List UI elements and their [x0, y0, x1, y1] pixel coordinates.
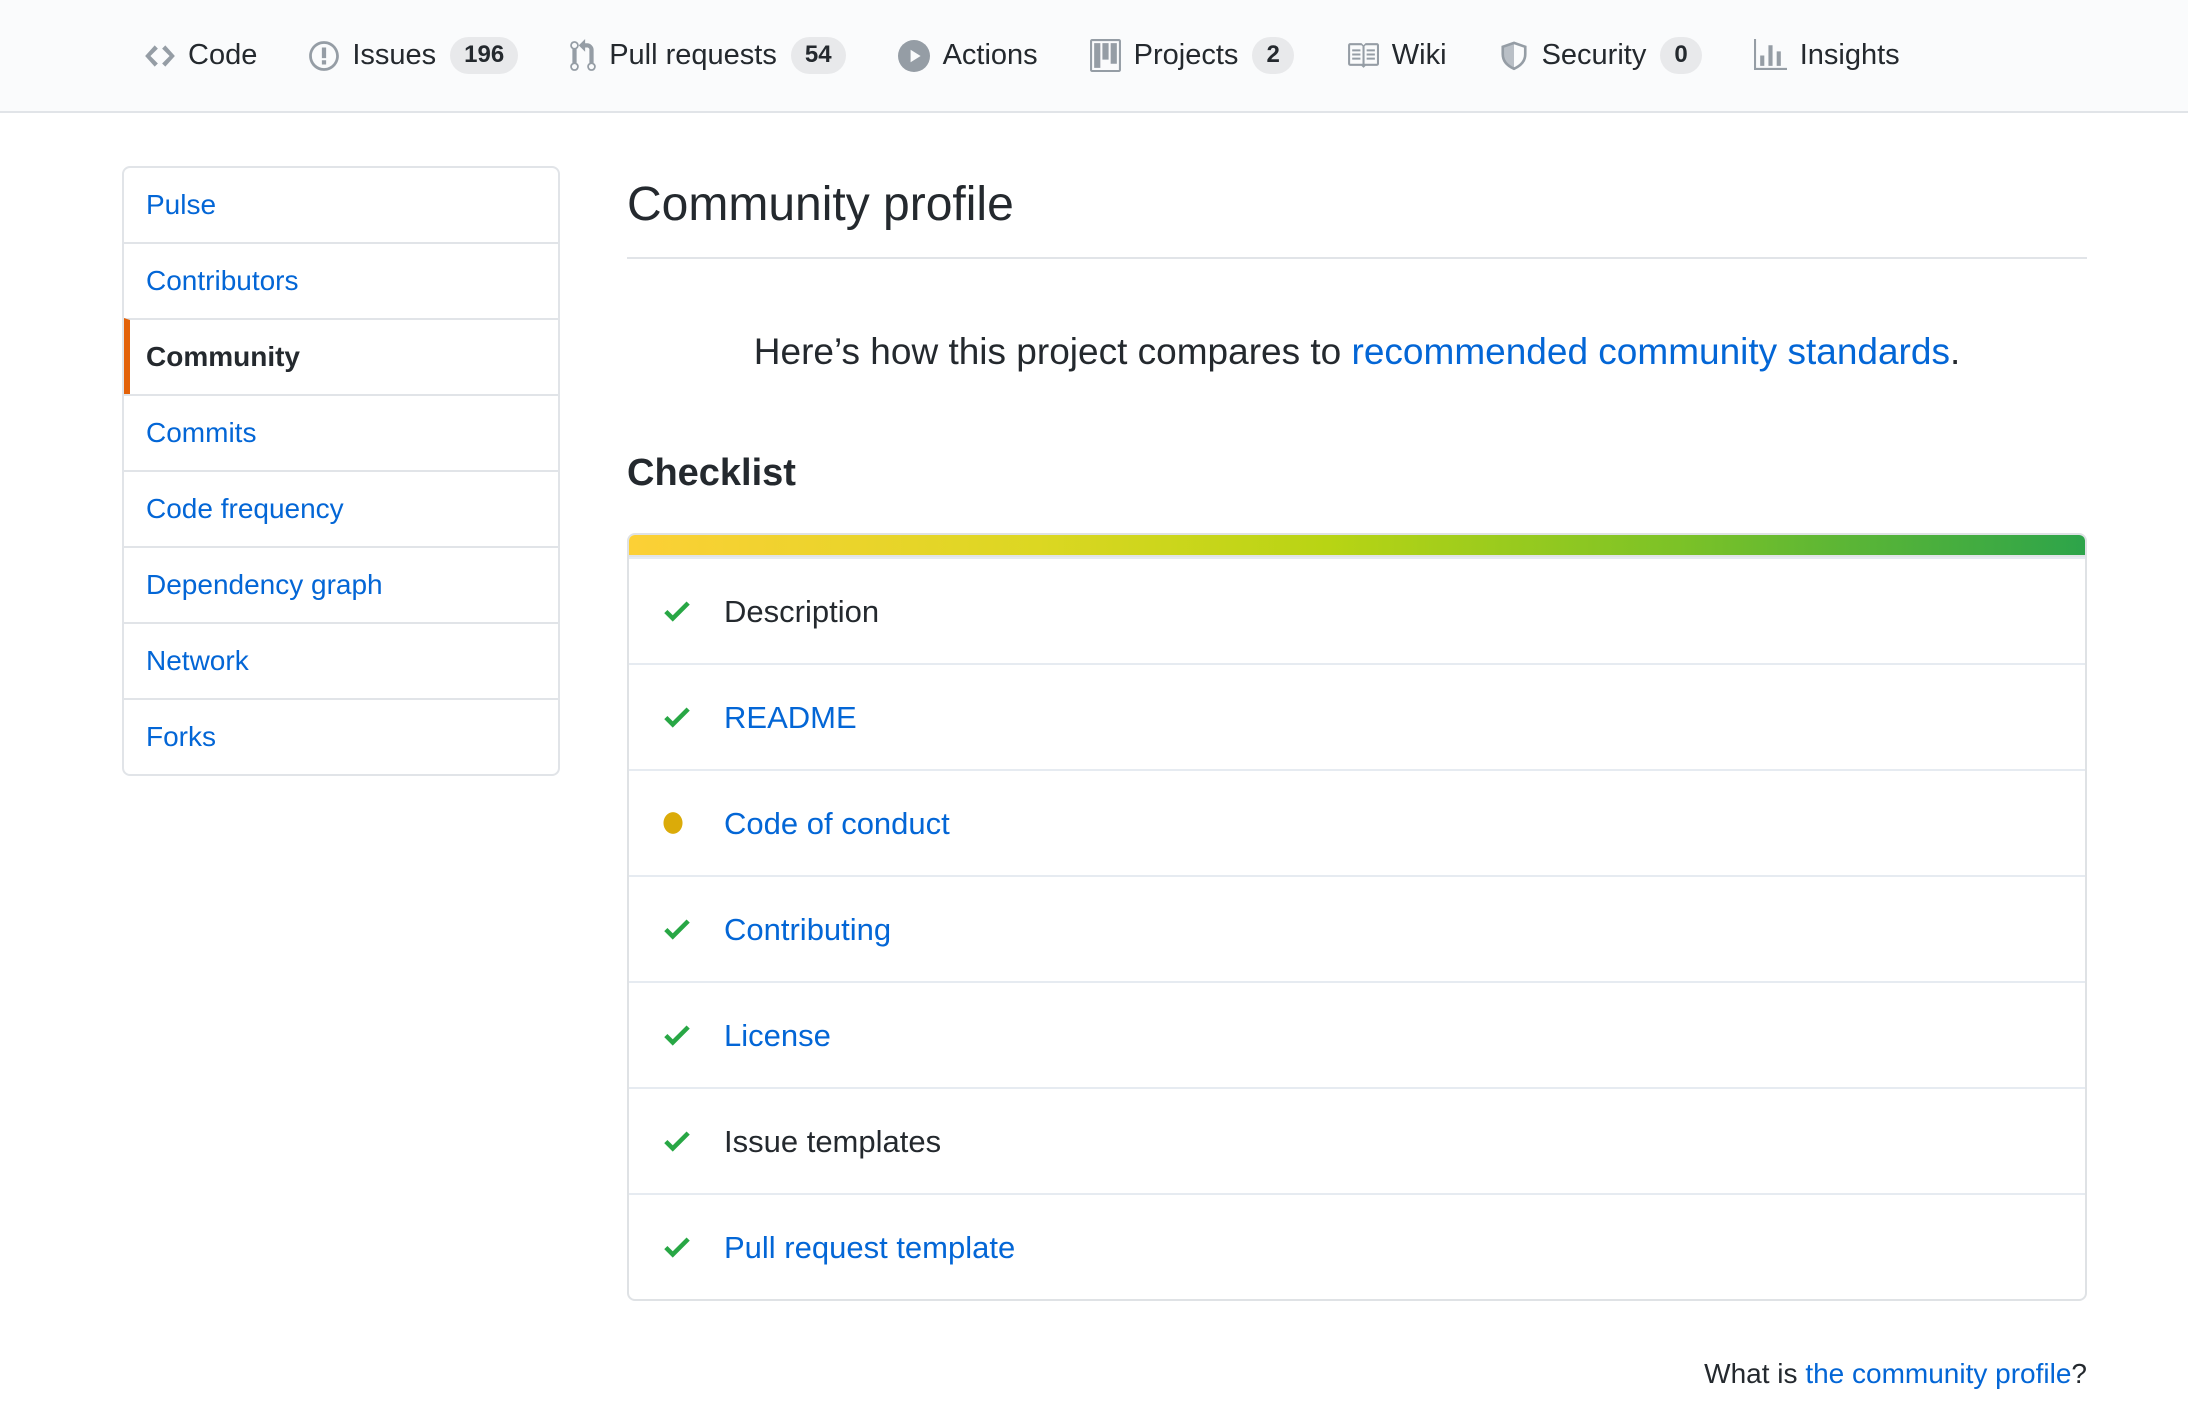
checklist-item-label: Issue templates [724, 1123, 942, 1159]
tab-issues[interactable]: Issues 196 [309, 37, 519, 74]
checklist-item-link[interactable]: License [724, 1020, 831, 1051]
tab-insights[interactable]: Insights [1753, 39, 1900, 72]
page-title: Community profile [627, 177, 2087, 259]
code-icon [145, 39, 175, 73]
checklist-item-link[interactable]: README [724, 702, 857, 733]
checklist-item-label: Description [724, 593, 880, 629]
checklist-item: Pull request template [629, 1193, 2085, 1299]
tab-label: Security [1541, 39, 1647, 71]
check-icon [662, 1124, 702, 1158]
sidebar-item-forks[interactable]: Forks [124, 698, 558, 774]
check-icon [662, 1230, 702, 1264]
checklist-item-link[interactable]: Pull request template [724, 1232, 1015, 1263]
tab-actions[interactable]: Actions [897, 39, 1038, 72]
community-standards-link[interactable]: recommended community standards [1352, 331, 1950, 372]
checklist-item: License [629, 981, 2085, 1087]
tab-label: Wiki [1391, 39, 1447, 71]
play-icon [897, 39, 930, 72]
checklist-item: Code of conduct [629, 769, 2085, 875]
bar-graph-icon [1753, 39, 1787, 72]
checklist-heading: Checklist [627, 452, 796, 494]
intro-text: Here’s how this project compares to reco… [627, 329, 2087, 375]
intro-suffix: . [1949, 331, 1961, 372]
tab-label: Actions [942, 39, 1038, 71]
shield-icon [1499, 39, 1529, 73]
sidebar-item-network[interactable]: Network [124, 622, 558, 698]
sidebar-item-contributors[interactable]: Contributors [124, 242, 558, 318]
tab-code[interactable]: Code [145, 39, 257, 73]
checklist-item-link[interactable]: Contributing [724, 914, 891, 945]
counter-badge: 54 [790, 37, 846, 74]
counter-badge: 0 [1660, 37, 1702, 74]
checklist-item: Contributing [629, 875, 2085, 981]
main-content: Community profile Here’s how this projec… [627, 113, 2087, 1419]
check-icon [662, 912, 702, 946]
tab-wiki[interactable]: Wiki [1346, 39, 1447, 72]
tab-security[interactable]: Security 0 [1499, 37, 1702, 74]
sidebar-item-code-frequency[interactable]: Code frequency [124, 470, 558, 546]
repo-nav: Code Issues 196 Pull requests 54 Actions… [0, 0, 2188, 113]
community-profile-help-link[interactable]: the community profile [1805, 1358, 2071, 1389]
footer-suffix: ? [2071, 1358, 2087, 1389]
tab-label: Insights [1799, 39, 1900, 71]
pull-request-icon [570, 38, 596, 73]
checklist-item: Issue templates [629, 1087, 2085, 1193]
check-icon [662, 594, 702, 628]
checklist-item: Description [629, 557, 2085, 663]
check-icon [662, 1018, 702, 1052]
sidebar-item-dependency-graph[interactable]: Dependency graph [124, 546, 558, 622]
book-icon [1346, 39, 1379, 72]
tab-label: Projects [1133, 39, 1239, 71]
checklist-item: README [629, 663, 2085, 769]
intro-prefix: Here’s how this project compares to [753, 331, 1352, 372]
tab-pull-requests[interactable]: Pull requests 54 [570, 37, 846, 74]
check-icon [662, 700, 702, 734]
sidebar-item-community[interactable]: Community [124, 318, 558, 394]
project-board-icon [1089, 39, 1121, 72]
tab-label: Pull requests [609, 39, 777, 71]
sidebar-item-commits[interactable]: Commits [124, 394, 558, 470]
tab-label: Code [188, 39, 258, 71]
pending-dot-icon [662, 810, 702, 836]
issue-opened-icon [309, 39, 340, 73]
insights-sidebar: Pulse Contributors Community Commits Cod… [122, 166, 560, 776]
tab-label: Issues [352, 39, 437, 71]
counter-badge: 2 [1252, 37, 1294, 74]
footer-prefix: What is [1704, 1358, 1806, 1389]
footer-note: What is the community profile? [627, 1357, 2087, 1391]
counter-badge: 196 [450, 37, 519, 74]
sidebar-item-pulse[interactable]: Pulse [124, 168, 558, 242]
completion-meter [629, 535, 2085, 557]
page-layout: Pulse Contributors Community Commits Cod… [0, 113, 2188, 1419]
checklist-box: Description README Code of conduct Contr… [627, 533, 2087, 1301]
tab-projects[interactable]: Projects 2 [1089, 37, 1294, 74]
checklist-item-link[interactable]: Code of conduct [724, 808, 950, 839]
